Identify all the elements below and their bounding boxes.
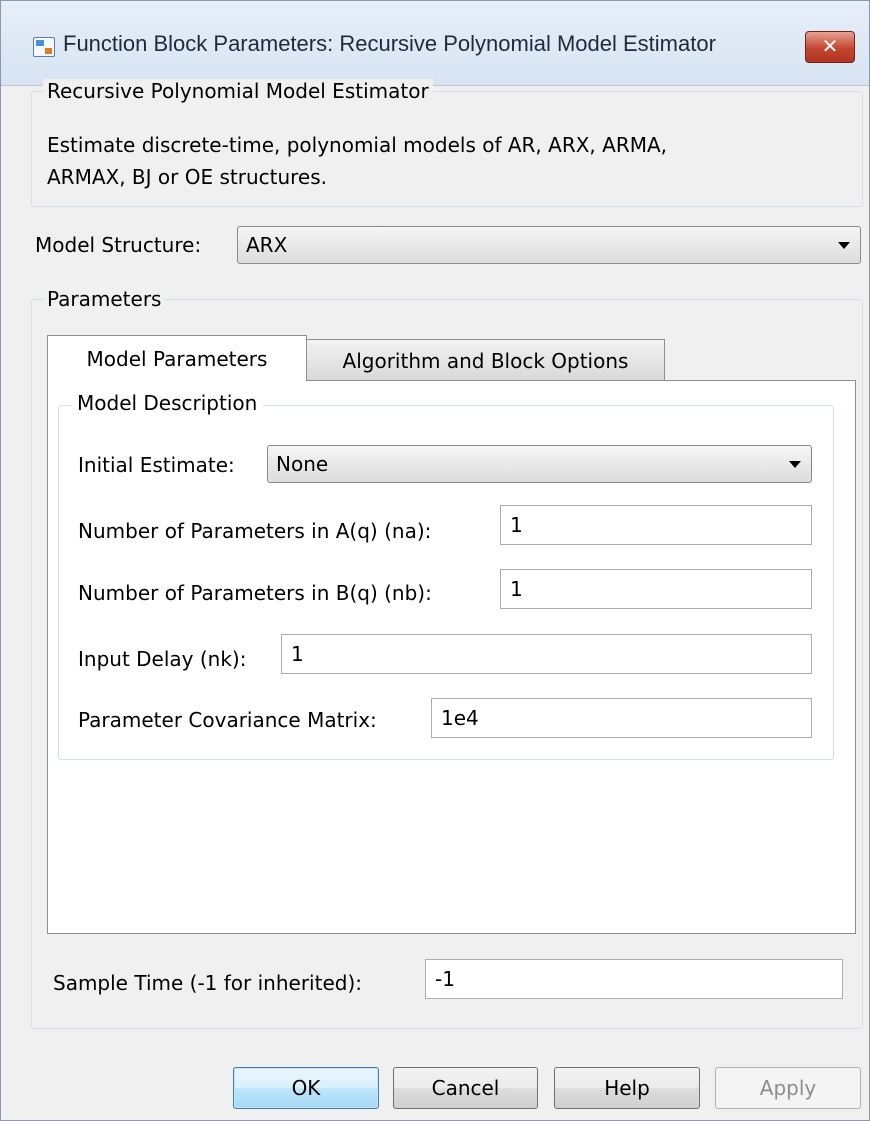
initial-estimate-label: Initial Estimate: (78, 453, 235, 477)
covariance-input[interactable]: 1e4 (431, 698, 812, 738)
close-button[interactable]: ✕ (805, 31, 855, 63)
covariance-label: Parameter Covariance Matrix: (78, 708, 377, 732)
nb-input[interactable]: 1 (500, 569, 812, 609)
na-input[interactable]: 1 (500, 505, 812, 545)
initial-estimate-dropdown[interactable]: None (267, 445, 812, 483)
nk-input[interactable]: 1 (281, 634, 812, 674)
ok-button[interactable]: OK (233, 1067, 379, 1109)
block-description: Estimate discrete-time, polynomial model… (47, 129, 847, 193)
description-line-2: ARMAX, BJ or OE structures. (47, 165, 327, 189)
model-structure-value: ARX (246, 233, 288, 257)
sample-time-input[interactable]: -1 (425, 959, 843, 999)
tab-algorithm-and-block-options[interactable]: Algorithm and Block Options (307, 339, 665, 381)
model-description-title: Model Description (71, 391, 264, 415)
title-bar[interactable]: Function Block Parameters: Recursive Pol… (1, 1, 869, 86)
tab-label: Algorithm and Block Options (342, 349, 629, 373)
tab-model-parameters[interactable]: Model Parameters (47, 335, 307, 381)
dialog-window: Function Block Parameters: Recursive Pol… (0, 0, 870, 1121)
model-structure-label: Model Structure: (35, 233, 202, 257)
tab-label: Model Parameters (86, 347, 268, 371)
model-structure-dropdown[interactable]: ARX (237, 226, 861, 264)
close-icon: ✕ (821, 34, 839, 58)
cancel-button[interactable]: Cancel (393, 1067, 538, 1109)
initial-estimate-value: None (276, 452, 329, 476)
chevron-down-icon (789, 461, 801, 468)
block-group-title: Recursive Polynomial Model Estimator (43, 79, 433, 103)
sample-time-label: Sample Time (-1 for inherited): (53, 971, 362, 995)
chevron-down-icon (838, 242, 850, 249)
nk-label: Input Delay (nk): (78, 647, 247, 671)
na-label: Number of Parameters in A(q) (na): (78, 519, 432, 543)
window-title: Function Block Parameters: Recursive Pol… (63, 31, 716, 56)
simulink-block-icon (33, 37, 55, 57)
parameters-group-title: Parameters (43, 287, 166, 311)
description-line-1: Estimate discrete-time, polynomial model… (47, 133, 668, 157)
apply-button[interactable]: Apply (715, 1067, 861, 1109)
nb-label: Number of Parameters in B(q) (nb): (78, 581, 432, 605)
help-button[interactable]: Help (554, 1067, 700, 1109)
